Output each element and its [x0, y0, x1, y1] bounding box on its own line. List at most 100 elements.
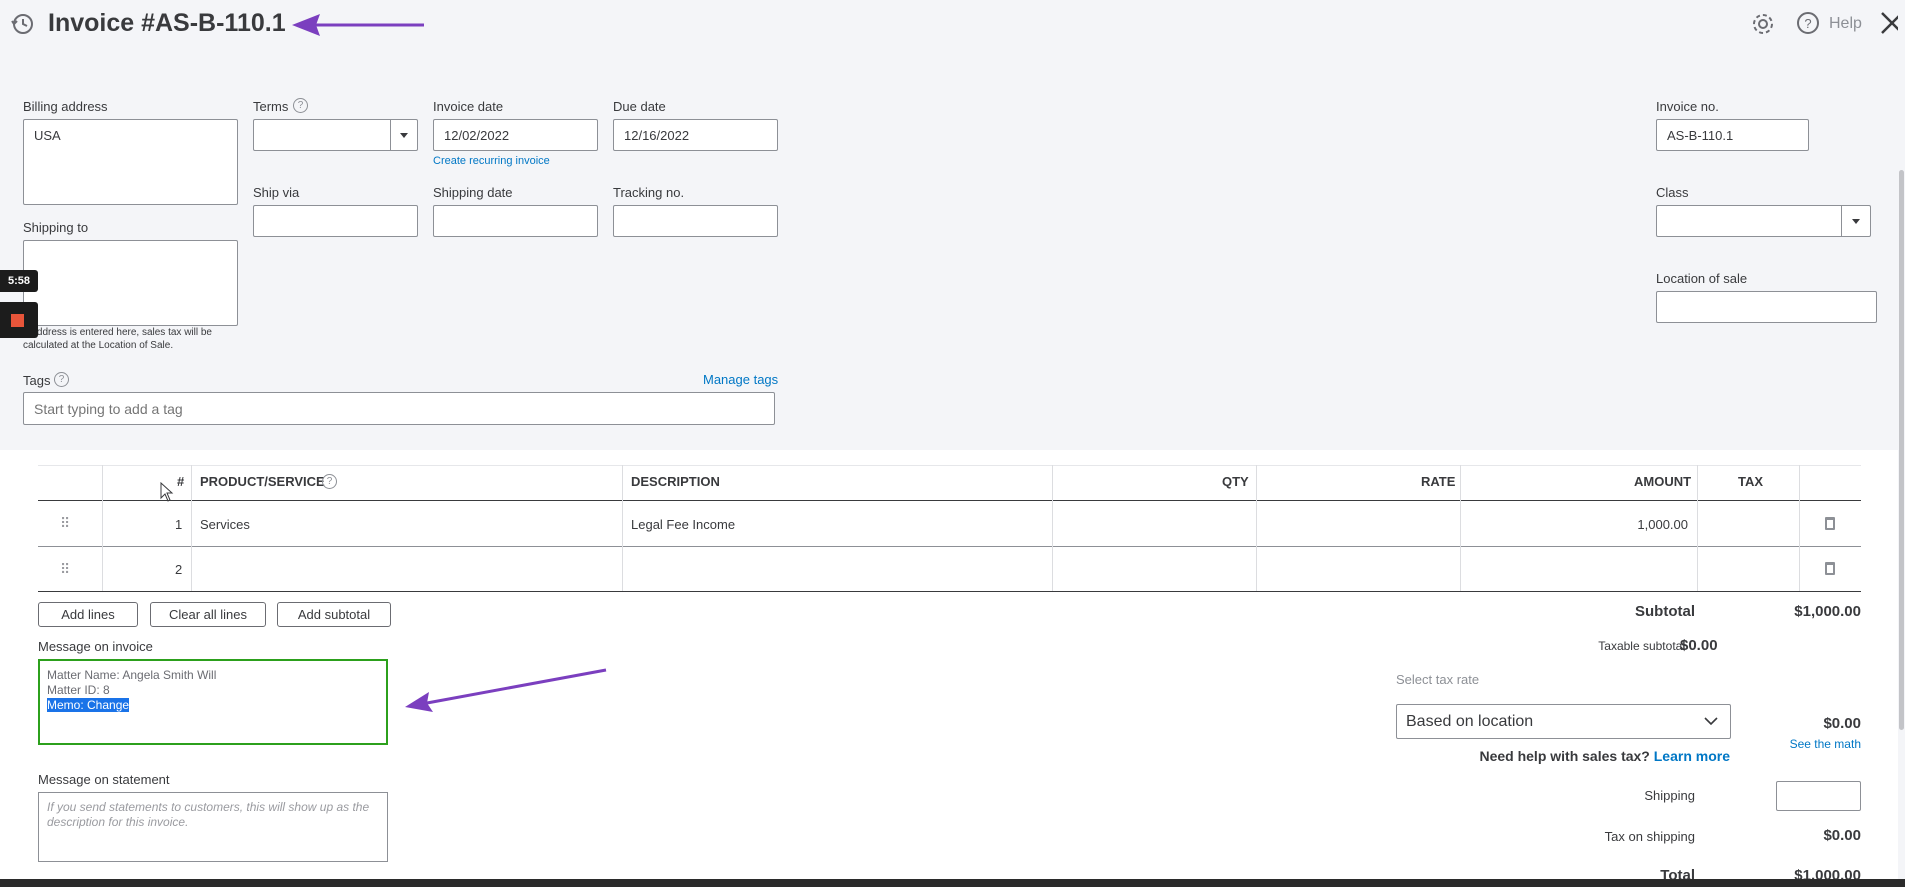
billing-address-field[interactable]: USA: [23, 119, 238, 205]
tax-value: $0.00: [1823, 715, 1861, 732]
col-header-num: #: [177, 474, 185, 489]
chevron-down-icon: [390, 120, 417, 150]
drag-handle-icon[interactable]: ⠿: [60, 561, 70, 578]
message-line-3-selected: Memo: Change: [47, 698, 130, 712]
add-subtotal-button[interactable]: Add subtotal: [277, 602, 391, 627]
ship-via-label: Ship via: [253, 185, 300, 200]
sales-tax-help: Need help with sales tax? Learn more: [1460, 748, 1730, 764]
due-date-label: Due date: [613, 99, 666, 114]
history-icon[interactable]: [10, 11, 36, 37]
ship-via-field[interactable]: [253, 205, 418, 237]
col-header-description: DESCRIPTION: [631, 474, 720, 489]
sales-tax-help-text: Need help with sales tax?: [1479, 748, 1650, 764]
shipping-note: p address is entered here, sales tax wil…: [23, 327, 212, 351]
billing-address-value: USA: [34, 128, 61, 143]
help-label[interactable]: Help: [1829, 15, 1862, 33]
shipping-date-label: Shipping date: [433, 185, 513, 200]
table-top-border: [38, 465, 1861, 466]
due-date-field[interactable]: [613, 119, 778, 151]
trash-icon[interactable]: [1825, 562, 1835, 575]
col-divider: [622, 465, 623, 591]
table-header-divider: [38, 500, 1861, 501]
scrollbar-track[interactable]: [1898, 0, 1905, 880]
product-help-icon[interactable]: ?: [322, 474, 337, 489]
message-line-2: Matter ID: 8: [47, 683, 110, 697]
table-row-divider: [38, 546, 1861, 547]
page-title: Invoice #AS-B-110.1: [48, 9, 286, 37]
message-line-1: Matter Name: Angela Smith Will: [47, 668, 217, 682]
tracking-no-field[interactable]: [613, 205, 778, 237]
recorder-stop-button[interactable]: [0, 302, 38, 338]
shipping-date-field[interactable]: [433, 205, 598, 237]
row-description[interactable]: Legal Fee Income: [631, 517, 735, 532]
col-divider: [1256, 465, 1257, 591]
clear-all-lines-button[interactable]: Clear all lines: [150, 602, 266, 627]
message-statement-label: Message on statement: [38, 772, 170, 787]
invoice-no-label: Invoice no.: [1656, 99, 1719, 114]
chevron-down-icon: [1704, 714, 1718, 733]
class-select[interactable]: [1656, 205, 1871, 237]
col-divider: [1052, 465, 1053, 591]
invoice-no-field[interactable]: [1656, 119, 1809, 151]
svg-text:?: ?: [1804, 16, 1811, 31]
billing-address-label: Billing address: [23, 99, 108, 114]
annotation-arrow-title: [290, 10, 430, 40]
stop-icon: [11, 314, 24, 327]
tracking-no-label: Tracking no.: [613, 185, 685, 200]
mouse-cursor: [160, 481, 174, 507]
taxable-subtotal-value: $0.00: [1680, 637, 1718, 654]
recorder-timer: 5:58: [0, 270, 38, 292]
col-header-rate: RATE: [1421, 474, 1456, 489]
col-header-tax: TAX: [1738, 474, 1764, 489]
terms-help-icon[interactable]: ?: [293, 98, 308, 113]
tags-label: Tags: [23, 373, 51, 388]
help-icon[interactable]: ?: [1796, 11, 1820, 35]
add-lines-button[interactable]: Add lines: [38, 602, 138, 627]
col-divider: [102, 465, 103, 591]
gear-icon[interactable]: [1751, 12, 1775, 36]
see-the-math-link[interactable]: See the math: [1760, 737, 1861, 751]
tax-rate-select[interactable]: Based on location: [1396, 704, 1731, 739]
tax-on-shipping-label: Tax on shipping: [1604, 829, 1695, 844]
invoice-date-field[interactable]: [433, 119, 598, 151]
terms-select[interactable]: [253, 119, 418, 151]
message-statement-textarea[interactable]: If you send statements to customers, thi…: [38, 792, 388, 862]
shipping-to-label: Shipping to: [23, 220, 89, 235]
shipping-amount-input[interactable]: [1776, 781, 1861, 811]
tags-input[interactable]: [23, 392, 775, 425]
row-product[interactable]: Services: [200, 517, 250, 532]
annotation-arrow-message: [402, 665, 612, 715]
shipping-to-field[interactable]: [23, 240, 238, 326]
taxable-subtotal-label: Taxable subtotal: [1598, 639, 1685, 653]
invoice-date-label: Invoice date: [433, 99, 504, 114]
message-statement-placeholder: If you send statements to customers, thi…: [47, 800, 370, 829]
drag-handle-icon[interactable]: ⠿: [60, 515, 70, 532]
create-recurring-link[interactable]: Create recurring invoice: [433, 155, 550, 167]
col-header-product: PRODUCT/SERVICE: [200, 474, 325, 489]
row-num: 1: [175, 517, 183, 532]
subtotal-value: $1,000.00: [1794, 603, 1861, 620]
scrollbar-thumb[interactable]: [1899, 170, 1904, 730]
manage-tags-link[interactable]: Manage tags: [703, 372, 778, 387]
tags-help-icon[interactable]: ?: [54, 372, 69, 387]
location-of-sale-field[interactable]: [1656, 291, 1877, 323]
chevron-down-icon: [1841, 206, 1870, 236]
shipping-label: Shipping: [1644, 788, 1695, 803]
tax-on-shipping-value: $0.00: [1823, 827, 1861, 844]
col-header-qty: QTY: [1222, 474, 1249, 489]
subtotal-label: Subtotal: [1635, 603, 1695, 620]
tax-rate-value: Based on location: [1406, 713, 1534, 730]
col-divider: [191, 465, 192, 591]
message-invoice-label: Message on invoice: [38, 639, 153, 654]
trash-icon[interactable]: [1825, 517, 1835, 530]
col-divider: [1799, 465, 1800, 591]
class-label: Class: [1656, 185, 1689, 200]
learn-more-link[interactable]: Learn more: [1654, 748, 1730, 764]
message-invoice-textarea[interactable]: Matter Name: Angela Smith Will Matter ID…: [38, 659, 388, 745]
table-bottom-divider: [38, 591, 1861, 592]
col-divider: [1460, 465, 1461, 591]
col-divider: [1697, 465, 1698, 591]
select-tax-rate-label: Select tax rate: [1396, 672, 1480, 687]
row-num: 2: [175, 562, 183, 577]
row-amount[interactable]: 1,000.00: [1600, 517, 1688, 532]
